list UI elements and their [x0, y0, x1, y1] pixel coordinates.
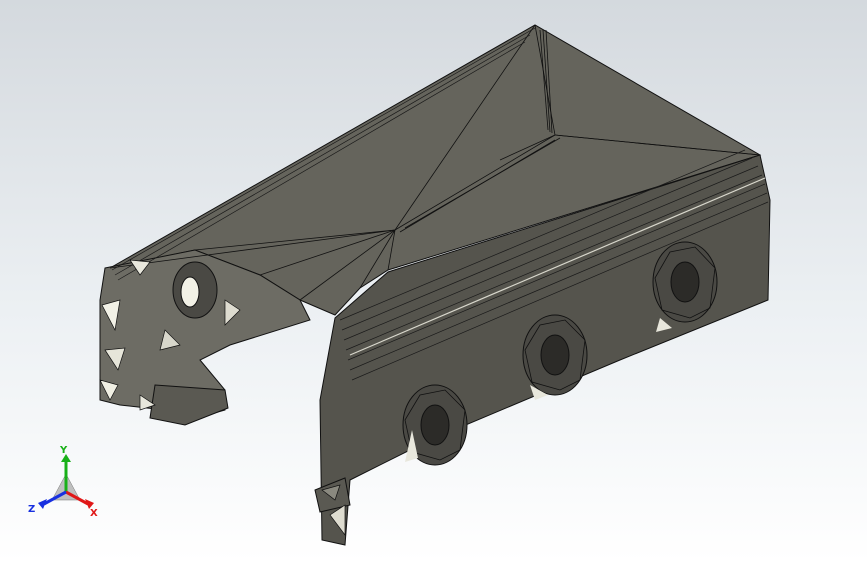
- front-hole-1: [402, 384, 468, 466]
- x-axis-label: X: [90, 508, 98, 519]
- graphics-viewport[interactable]: Y X Z: [0, 0, 867, 562]
- left-end-hole: [172, 261, 218, 319]
- z-axis-label: Z: [28, 504, 35, 515]
- y-axis-label: Y: [59, 446, 68, 456]
- front-hole-2: [522, 314, 588, 400]
- mesh-model[interactable]: [0, 0, 867, 562]
- left-tab: [149, 384, 229, 426]
- orientation-triad[interactable]: Y X Z: [28, 446, 104, 522]
